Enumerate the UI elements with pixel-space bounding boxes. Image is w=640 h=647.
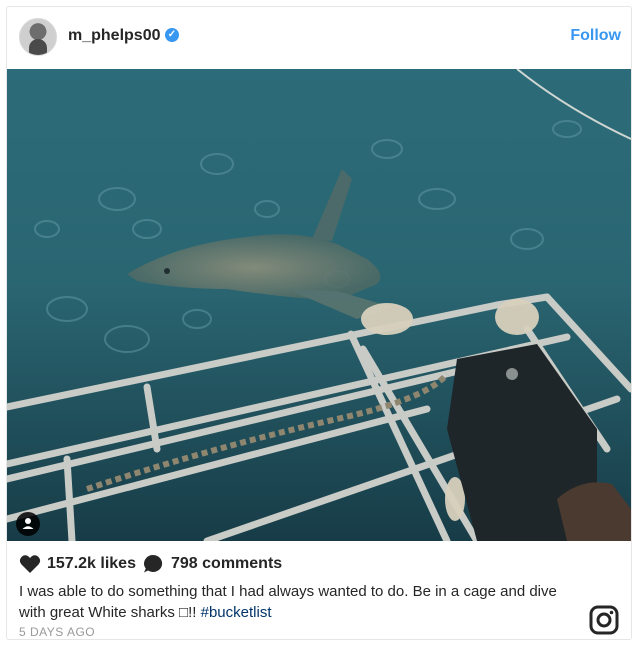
post-caption: I was able to do something that I had al… <box>19 581 579 623</box>
post-photo[interactable] <box>7 69 631 541</box>
comment-icon[interactable] <box>143 554 163 574</box>
heart-icon[interactable] <box>19 554 41 574</box>
hashtag-link[interactable]: #bucketlist <box>201 604 272 621</box>
avatar[interactable] <box>19 18 57 56</box>
follow-button[interactable]: Follow <box>570 27 621 45</box>
caption-text: I was able to do something that I had al… <box>19 583 557 621</box>
verified-badge-icon: ✓ <box>165 28 179 42</box>
user-tag-icon[interactable] <box>16 512 40 536</box>
likes-count[interactable]: 157.2k likes <box>47 555 136 573</box>
shark-cage-image <box>7 69 631 541</box>
post-header: m_phelps00 ✓ Follow <box>7 7 631 69</box>
post-date: 5 DAYS AGO <box>19 625 96 639</box>
comments-count[interactable]: 798 comments <box>171 555 282 573</box>
instagram-icon[interactable] <box>589 605 619 635</box>
post-card: m_phelps00 ✓ Follow 157.2k likes 798 com… <box>6 6 632 640</box>
post-footer: 157.2k likes 798 comments I was able to … <box>7 541 631 641</box>
username[interactable]: m_phelps00 <box>68 27 160 45</box>
